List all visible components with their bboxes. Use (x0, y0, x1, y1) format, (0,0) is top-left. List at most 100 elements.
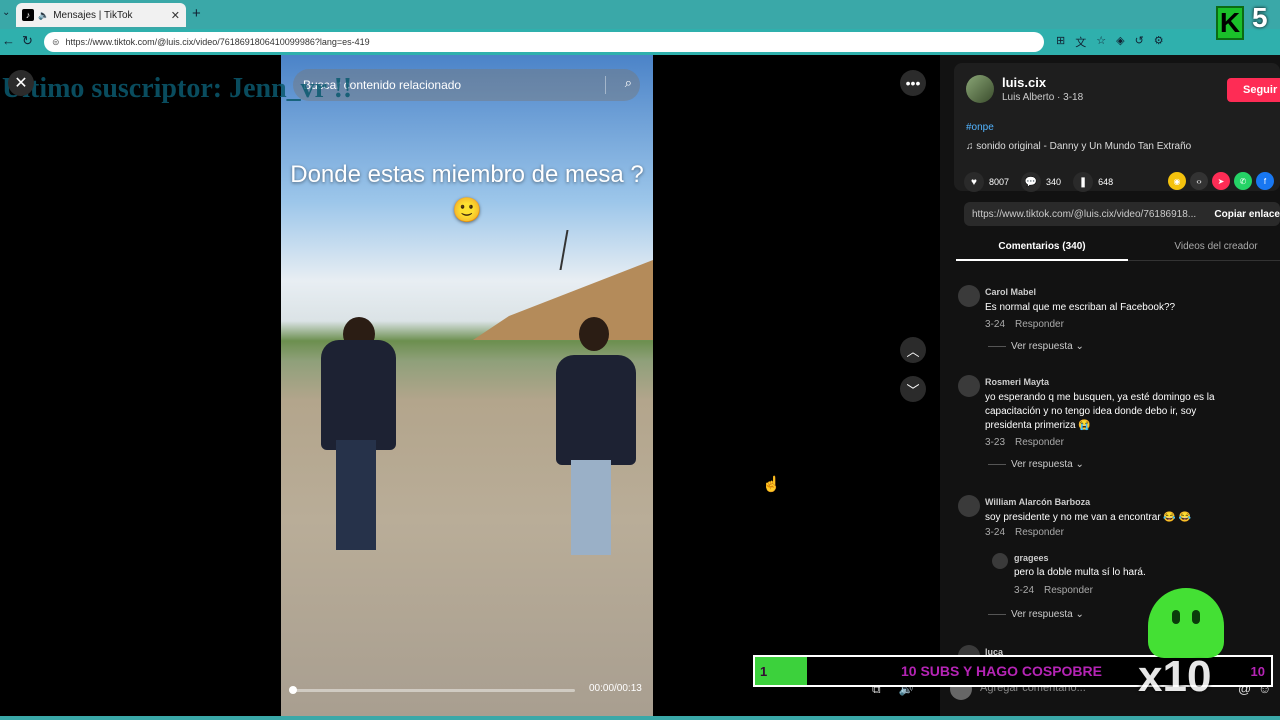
save-stat[interactable]: ❚ 648 (1073, 172, 1113, 192)
comment-text: soy presidente y no me van a encontrar 😂… (985, 512, 1192, 523)
more-options-icon[interactable]: ••• (900, 70, 926, 96)
video-progress[interactable] (289, 686, 575, 694)
person-vest (321, 340, 396, 450)
goal-text: 10 SUBS Y HAGO COSPOBRE (901, 663, 1102, 679)
bookmark-star-icon[interactable]: ☆ (1096, 34, 1106, 50)
k-logo: K (1216, 6, 1244, 40)
heart-icon[interactable]: ♥ (964, 172, 984, 192)
address-bar-row: ← ↻ ⊜ https://www.tiktok.com/@luis.cix/v… (0, 29, 1280, 55)
close-icon[interactable]: ✕ (8, 70, 34, 96)
facebook-icon[interactable]: f (1256, 172, 1274, 190)
view-reply-button[interactable]: Ver respuesta ⌄ (988, 609, 1084, 620)
chevron-down-icon[interactable]: ﹀ (900, 376, 926, 402)
person-legs (336, 440, 376, 550)
tiktok-page: Buscar contenido relacionado ⌕ Donde est… (0, 55, 1280, 720)
video-player[interactable]: Buscar contenido relacionado ⌕ Donde est… (281, 55, 653, 720)
comment-meta: 3-24 Responder (985, 527, 1064, 538)
saves-count: 648 (1098, 177, 1114, 187)
reply-button[interactable]: Responder (1015, 437, 1064, 448)
green-mascot-icon (1148, 588, 1224, 658)
tab-search-icon[interactable]: ⌄ (2, 7, 10, 18)
comment-date: 3-23 (985, 437, 1006, 448)
mascot-eye (1192, 610, 1200, 624)
tab-comments[interactable]: Comentarios (340) (956, 241, 1128, 252)
back-icon[interactable]: ← (2, 33, 15, 48)
share-coin-icon[interactable]: ◉ (1168, 172, 1186, 190)
window-bottom-border (0, 716, 1280, 720)
tree (559, 230, 597, 270)
view-reply-button[interactable]: Ver respuesta ⌄ (988, 459, 1084, 470)
reload-icon[interactable]: ↻ (22, 33, 33, 49)
bookmark-icon[interactable]: ❚ (1073, 172, 1094, 192)
author-username[interactable]: luis.cix (1002, 75, 1046, 90)
browser-tab-bar: ⌄ ♪ 🔈 Mensajes | TikTok ✕ + (0, 0, 1280, 29)
comment-meta: 3-24 Responder (985, 319, 1064, 330)
comment-date: 3-24 (985, 527, 1006, 538)
chevron-up-icon[interactable]: ︿ (900, 337, 926, 363)
comment-text: yo esperando q me busquen, ya esté domin… (985, 392, 1215, 431)
search-divider (605, 76, 606, 94)
multiplier-overlay: x10 (1138, 652, 1212, 701)
person-legs (571, 460, 611, 555)
copy-link-button[interactable]: Copiar enlace (1214, 209, 1280, 220)
reply-text: pero la doble multa sí lo hará. (1014, 567, 1146, 578)
apps-icon[interactable]: ⊞ (1056, 34, 1065, 50)
comment-text: Es normal que me escriban al Facebook?? (985, 302, 1176, 313)
mascot-eye (1172, 610, 1180, 624)
browser-tab[interactable]: ♪ 🔈 Mensajes | TikTok ✕ (16, 3, 186, 27)
person-vest (556, 355, 636, 465)
avatar[interactable] (958, 285, 980, 307)
sound-link[interactable]: ♫ sonido original - Danny y Un Mundo Tan… (966, 141, 1191, 152)
puzzle-icon[interactable]: ⚙ (1154, 34, 1164, 50)
author-subtitle: Luis Alberto · 3-18 (1002, 92, 1084, 103)
video-caption: Donde estas miembro de mesa ? 🙂 (290, 161, 644, 224)
follow-button[interactable]: Seguir (1227, 78, 1280, 102)
embed-icon[interactable]: ‹› (1190, 172, 1208, 190)
address-bar[interactable]: ⊜ https://www.tiktok.com/@luis.cix/video… (44, 32, 1044, 52)
tiktok-favicon-icon: ♪ (22, 9, 34, 21)
url-text: https://www.tiktok.com/@luis.cix/video/7… (65, 37, 370, 47)
tab-close-icon[interactable]: ✕ (171, 9, 180, 22)
link-box: https://www.tiktok.com/@luis.cix/video/7… (964, 202, 1280, 226)
panel-tabs: Comentarios (340) Videos del creador (956, 235, 1280, 261)
translate-icon[interactable]: 文 (1075, 34, 1086, 50)
reply-meta: 3-24 Responder (1014, 585, 1093, 596)
video-link[interactable]: https://www.tiktok.com/@luis.cix/video/7… (972, 209, 1202, 220)
site-info-icon[interactable]: ⊜ (52, 37, 60, 48)
reply-button[interactable]: Responder (1044, 585, 1093, 596)
goal-max: 10 (1250, 664, 1265, 679)
tab-creator-videos[interactable]: Videos del creador (1156, 241, 1276, 252)
sync-icon[interactable]: ↺ (1135, 34, 1144, 50)
send-icon[interactable]: ➤ (1212, 172, 1230, 190)
avatar[interactable] (958, 375, 980, 397)
extension-icon[interactable]: ◈ (1116, 34, 1124, 50)
hashtag-link[interactable]: #onpe (966, 122, 994, 133)
reply-button[interactable]: Responder (1015, 527, 1064, 538)
last-subscriber-overlay: Último suscriptor: Jenn_vr !! (2, 73, 353, 104)
k-count: 5 (1252, 2, 1268, 33)
new-tab-icon[interactable]: + (192, 5, 201, 22)
person-head (579, 317, 609, 351)
stream-k-badge: K 5 (1212, 2, 1280, 50)
active-tab-indicator (956, 259, 1128, 261)
reply-button[interactable]: Responder (1015, 319, 1064, 330)
share-icons: ◉ ‹› ➤ ✆ f (1168, 172, 1274, 190)
avatar[interactable] (958, 495, 980, 517)
comment-stat[interactable]: 💬 340 (1021, 172, 1061, 192)
stats-row: ♥ 8007 💬 340 ❚ 648 (964, 172, 1125, 192)
comment-author[interactable]: Rosmeri Mayta (985, 377, 1049, 387)
reply-author[interactable]: gragees (1014, 553, 1049, 563)
like-stat[interactable]: ♥ 8007 (964, 172, 1009, 192)
extension-icons: ⊞ 文 ☆ ◈ ↺ ⚙ (1056, 34, 1164, 50)
comment-icon[interactable]: 💬 (1021, 172, 1042, 192)
speaker-icon[interactable]: 🔈 (38, 10, 49, 21)
search-icon[interactable]: ⌕ (625, 75, 632, 91)
avatar[interactable] (992, 553, 1008, 569)
comment-author[interactable]: Carol Mabel (985, 287, 1036, 297)
progress-knob[interactable] (289, 686, 297, 694)
view-reply-button[interactable]: Ver respuesta ⌄ (988, 341, 1084, 352)
comment-author[interactable]: William Alarcón Barboza (985, 497, 1090, 507)
avatar[interactable] (966, 75, 994, 103)
comment-date: 3-24 (985, 319, 1006, 330)
whatsapp-icon[interactable]: ✆ (1234, 172, 1252, 190)
